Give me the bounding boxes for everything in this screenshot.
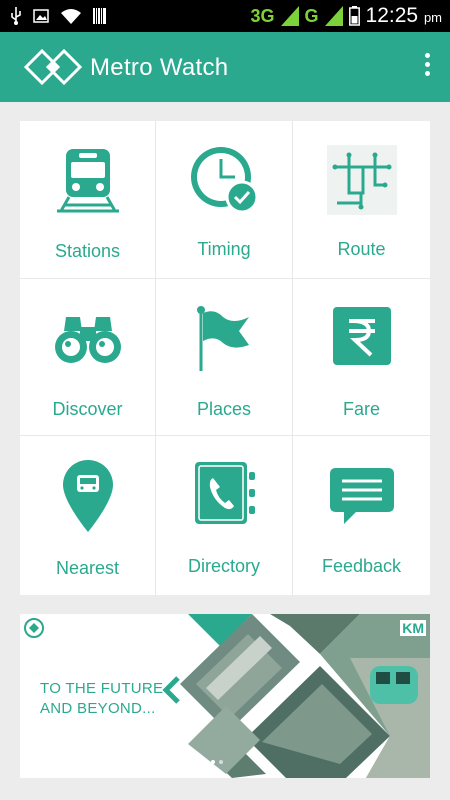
menu-item-label: Timing: [197, 239, 251, 259]
menu-item-label: Fare: [342, 399, 380, 419]
app-title: Metro Watch: [90, 54, 229, 81]
menu-item-route[interactable]: Route: [293, 121, 430, 279]
wifi-icon: [61, 9, 81, 24]
clock-time: 12:25: [365, 4, 419, 27]
status-indicators: 3G G 12:25 pm: [251, 4, 443, 28]
menu-item-label: Route: [337, 239, 386, 259]
clock: 12:25 pm: [366, 4, 442, 28]
clock-check-icon: [191, 147, 259, 214]
metro-logo-icon: [23, 48, 83, 86]
menu-item-label: Discover: [52, 399, 123, 419]
network-type: 3G: [250, 5, 275, 26]
usb-icon: [11, 7, 21, 25]
rupee-icon: [332, 307, 391, 365]
flag-icon: [197, 306, 249, 371]
menu-grid: Stations Timing Route Discover Places Fa…: [20, 121, 430, 595]
menu-item-timing[interactable]: Timing: [156, 121, 293, 279]
menu-item-label: Places: [196, 399, 252, 419]
phone-book-icon: [195, 462, 255, 524]
barcode-icon: [93, 8, 106, 24]
message-icon: [329, 468, 394, 524]
status-notifications: [10, 7, 107, 25]
signal-icon: [280, 6, 299, 26]
promo-banner[interactable]: TO THE FUTURE AND BEYOND... KM: [20, 614, 430, 778]
menu-item-discover[interactable]: Discover: [20, 279, 156, 436]
binoculars-icon: [54, 317, 121, 363]
battery-icon: [348, 6, 360, 26]
signal-icon-2: [324, 6, 343, 26]
banner-brand-mark: KM: [400, 620, 426, 636]
route-map-icon: [326, 145, 397, 215]
menu-item-nearest[interactable]: Nearest: [20, 436, 156, 595]
banner-line-1: TO THE FUTURE: [40, 680, 164, 697]
menu-item-label: Stations: [54, 241, 121, 261]
overflow-menu-icon[interactable]: [422, 53, 432, 81]
menu-item-places[interactable]: Places: [156, 279, 293, 436]
location-pin-icon: [62, 460, 113, 532]
menu-item-label: Directory: [187, 556, 260, 576]
status-bar: 3G G 12:25 pm: [0, 0, 450, 32]
banner-line-2: AND BEYOND...: [40, 700, 156, 717]
banner-tagline: TO THE FUTURE AND BEYOND...: [40, 679, 163, 719]
menu-item-feedback[interactable]: Feedback: [293, 436, 430, 595]
network-type-2: G: [304, 5, 319, 26]
menu-item-fare[interactable]: Fare: [293, 279, 430, 436]
app-bar: Metro Watch: [0, 32, 450, 102]
menu-item-label: Nearest: [55, 558, 120, 578]
image-icon: [33, 9, 49, 23]
menu-item-label: Feedback: [321, 556, 402, 576]
clock-ampm: pm: [423, 10, 442, 25]
menu-item-directory[interactable]: Directory: [156, 436, 293, 595]
menu-item-stations[interactable]: Stations: [20, 121, 156, 279]
train-icon: [56, 149, 119, 213]
